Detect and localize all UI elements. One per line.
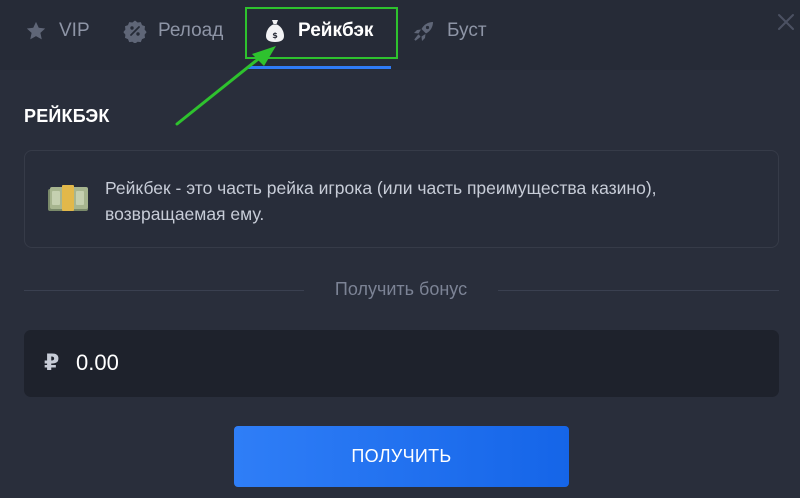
info-card: Рейкбек - это часть рейка игрока (или ча… [24, 150, 779, 248]
ruble-icon: ₽ [44, 350, 60, 375]
money-stack-icon [46, 183, 90, 215]
section-title: РЕЙКБЭК [24, 106, 110, 126]
rakeback-amount-value: 0.00 [76, 350, 119, 375]
tab-boost[interactable]: Буст [412, 0, 487, 62]
tab-reload[interactable]: Релоад [123, 0, 223, 62]
tab-bar: VIP Релоад $ Рейкбэк Буст [0, 0, 800, 70]
annotation-highlight-box [245, 7, 398, 59]
active-tab-indicator [248, 66, 391, 69]
divider-line [24, 290, 304, 291]
close-button[interactable] [776, 12, 796, 32]
rakeback-amount-field: ₽ 0.00 [24, 330, 779, 397]
annotation-arrow [175, 46, 276, 126]
divider-line [498, 290, 779, 291]
close-icon [778, 14, 794, 30]
tab-label: VIP [59, 20, 90, 41]
rocket-icon [412, 19, 436, 43]
percent-badge-icon [123, 19, 147, 43]
divider-label: Получить бонус [334, 279, 468, 299]
claim-button[interactable]: ПОЛУЧИТЬ [234, 426, 569, 487]
star-icon [24, 19, 48, 43]
tab-vip[interactable]: VIP [24, 0, 90, 62]
rakeback-description: Рейкбек - это часть рейка игрока (или ча… [105, 178, 657, 224]
tab-label: Релоад [158, 20, 224, 41]
tab-label: Буст [447, 20, 487, 41]
